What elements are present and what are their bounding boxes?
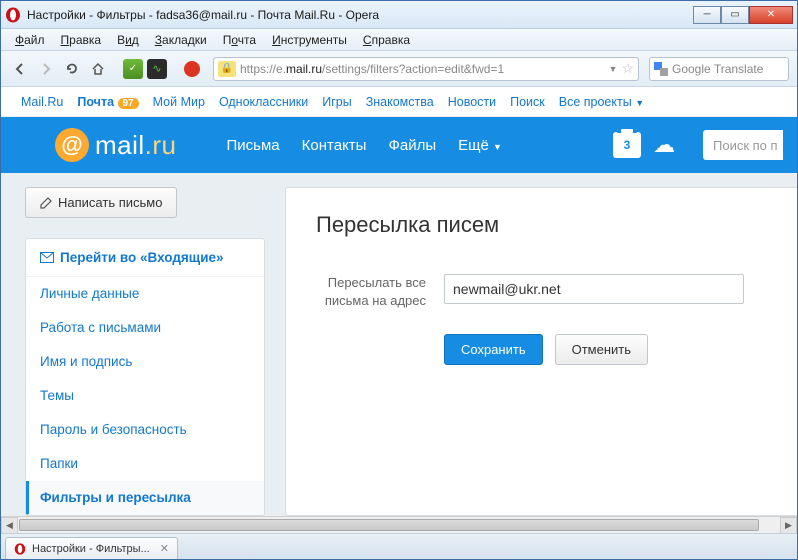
nav-more[interactable]: Ещё ▼	[458, 137, 502, 154]
opera-tab-icon	[14, 543, 26, 555]
extension-dark-icon[interactable]: ∿	[147, 59, 167, 79]
envelope-icon	[40, 252, 54, 263]
url-text: https://e.mail.ru/settings/filters?actio…	[240, 62, 605, 76]
window-title: Настройки - Фильтры - fadsa36@mail.ru - …	[27, 8, 693, 22]
address-bar[interactable]: 🔒 https://e.mail.ru/settings/filters?act…	[213, 57, 639, 81]
mail-count-badge: 97	[118, 98, 139, 109]
sidebar-goto-inbox[interactable]: Перейти во «Входящие»	[26, 239, 264, 277]
left-column: Написать письмо Перейти во «Входящие» Ли…	[25, 187, 265, 516]
nav-mailru[interactable]: Mail.Ru	[21, 95, 63, 109]
scroll-thumb[interactable]	[19, 519, 759, 531]
calendar-icon[interactable]: 3	[613, 132, 641, 158]
forward-row: Пересылать всеписьма на адрес	[316, 274, 767, 310]
tab-close-icon[interactable]: ✕	[160, 542, 169, 555]
sidebar-item-security[interactable]: Пароль и безопасность	[26, 413, 264, 447]
mailru-topnav: Mail.Ru Почта 97 Мой Мир Одноклассники И…	[1, 87, 797, 117]
nav-myworld[interactable]: Мой Мир	[153, 95, 205, 109]
menu-file[interactable]: Файл	[7, 31, 53, 49]
page-heading: Пересылка писем	[316, 212, 767, 238]
dropdown-icon[interactable]: ▼	[609, 64, 618, 74]
nav-search[interactable]: Поиск	[510, 95, 545, 109]
browser-window: Настройки - Фильтры - fadsa36@mail.ru - …	[0, 0, 798, 560]
maximize-button[interactable]: ▭	[721, 6, 749, 24]
browser-search-box[interactable]: Google Translate	[649, 57, 789, 81]
close-button[interactable]: ✕	[749, 6, 793, 24]
nav-dating[interactable]: Знакомства	[366, 95, 434, 109]
nav-mail[interactable]: Почта 97	[77, 95, 138, 109]
mail-header: @ mail.ru Письма Контакты Файлы Ещё ▼ 3 …	[1, 117, 797, 173]
sidebar-item-signature[interactable]: Имя и подпись	[26, 345, 264, 379]
sidebar-item-personal[interactable]: Личные данные	[26, 277, 264, 311]
scroll-right-icon[interactable]: ▶	[780, 517, 797, 533]
minimize-button[interactable]: ─	[693, 6, 721, 24]
reload-button[interactable]	[61, 58, 83, 80]
home-button[interactable]	[87, 58, 109, 80]
menubar: Файл Правка Вид Закладки Почта Инструмен…	[1, 29, 797, 51]
sidebar-item-folders[interactable]: Папки	[26, 447, 264, 481]
forward-button[interactable]	[35, 58, 57, 80]
adblock-icon[interactable]	[181, 58, 203, 80]
settings-sidebar: Перейти во «Входящие» Личные данные Рабо…	[25, 238, 265, 516]
settings-panel: Пересылка писем Пересылать всеписьма на …	[285, 187, 797, 516]
tab-label: Настройки - Фильтры...	[32, 543, 150, 555]
sidebar-item-filters[interactable]: Фильтры и пересылка	[26, 481, 264, 515]
forward-email-input[interactable]	[444, 274, 744, 304]
tab-bar: Настройки - Фильтры... ✕	[1, 533, 797, 559]
compose-icon	[40, 197, 52, 209]
main-layout: Написать письмо Перейти во «Входящие» Ли…	[1, 173, 797, 516]
nav-allprojects[interactable]: Все проекты ▼	[559, 95, 644, 109]
opera-icon	[5, 7, 21, 23]
back-button[interactable]	[9, 58, 31, 80]
bookmark-star-icon[interactable]: ☆	[621, 60, 634, 77]
header-icons: 3 ☁ Поиск по п	[613, 130, 783, 160]
sidebar-item-themes[interactable]: Темы	[26, 379, 264, 413]
search-label: Google Translate	[672, 62, 763, 76]
nav-news[interactable]: Новости	[448, 95, 496, 109]
cancel-button[interactable]: Отменить	[555, 334, 648, 365]
compose-button[interactable]: Написать письмо	[25, 187, 177, 218]
mailru-logo[interactable]: @ mail.ru	[55, 128, 177, 162]
at-icon: @	[55, 128, 89, 162]
nav-contacts[interactable]: Контакты	[302, 137, 367, 154]
nav-ok[interactable]: Одноклассники	[219, 95, 308, 109]
browser-tab[interactable]: Настройки - Фильтры... ✕	[5, 537, 178, 559]
mail-search-input[interactable]: Поиск по п	[703, 130, 783, 160]
scroll-left-icon[interactable]: ◀	[1, 517, 18, 533]
nav-files[interactable]: Файлы	[388, 137, 436, 154]
nav-games[interactable]: Игры	[322, 95, 351, 109]
toolbar: ✓ ∿ 🔒 https://e.mail.ru/settings/filters…	[1, 51, 797, 87]
menu-view[interactable]: Вид	[109, 31, 147, 49]
menu-edit[interactable]: Правка	[53, 31, 110, 49]
form-buttons: Сохранить Отменить	[444, 334, 767, 365]
titlebar: Настройки - Фильтры - fadsa36@mail.ru - …	[1, 1, 797, 29]
page-content: Mail.Ru Почта 97 Мой Мир Одноклассники И…	[1, 87, 797, 533]
forward-label: Пересылать всеписьма на адрес	[316, 274, 426, 310]
google-translate-icon	[654, 62, 668, 76]
cloud-icon[interactable]: ☁	[653, 132, 675, 158]
nav-letters[interactable]: Письма	[227, 137, 280, 154]
menu-tools[interactable]: Инструменты	[264, 31, 355, 49]
sidebar-item-messages[interactable]: Работа с письмами	[26, 311, 264, 345]
menu-mail[interactable]: Почта	[215, 31, 264, 49]
menu-help[interactable]: Справка	[355, 31, 418, 49]
window-controls: ─ ▭ ✕	[693, 6, 793, 24]
menu-bookmarks[interactable]: Закладки	[147, 31, 215, 49]
save-button[interactable]: Сохранить	[444, 334, 543, 365]
extension-green-icon[interactable]: ✓	[123, 59, 143, 79]
mail-nav: Письма Контакты Файлы Ещё ▼	[227, 137, 502, 154]
lock-icon: 🔒	[218, 61, 236, 77]
compose-label: Написать письмо	[58, 195, 162, 210]
horizontal-scrollbar[interactable]: ◀ ▶	[1, 516, 797, 533]
